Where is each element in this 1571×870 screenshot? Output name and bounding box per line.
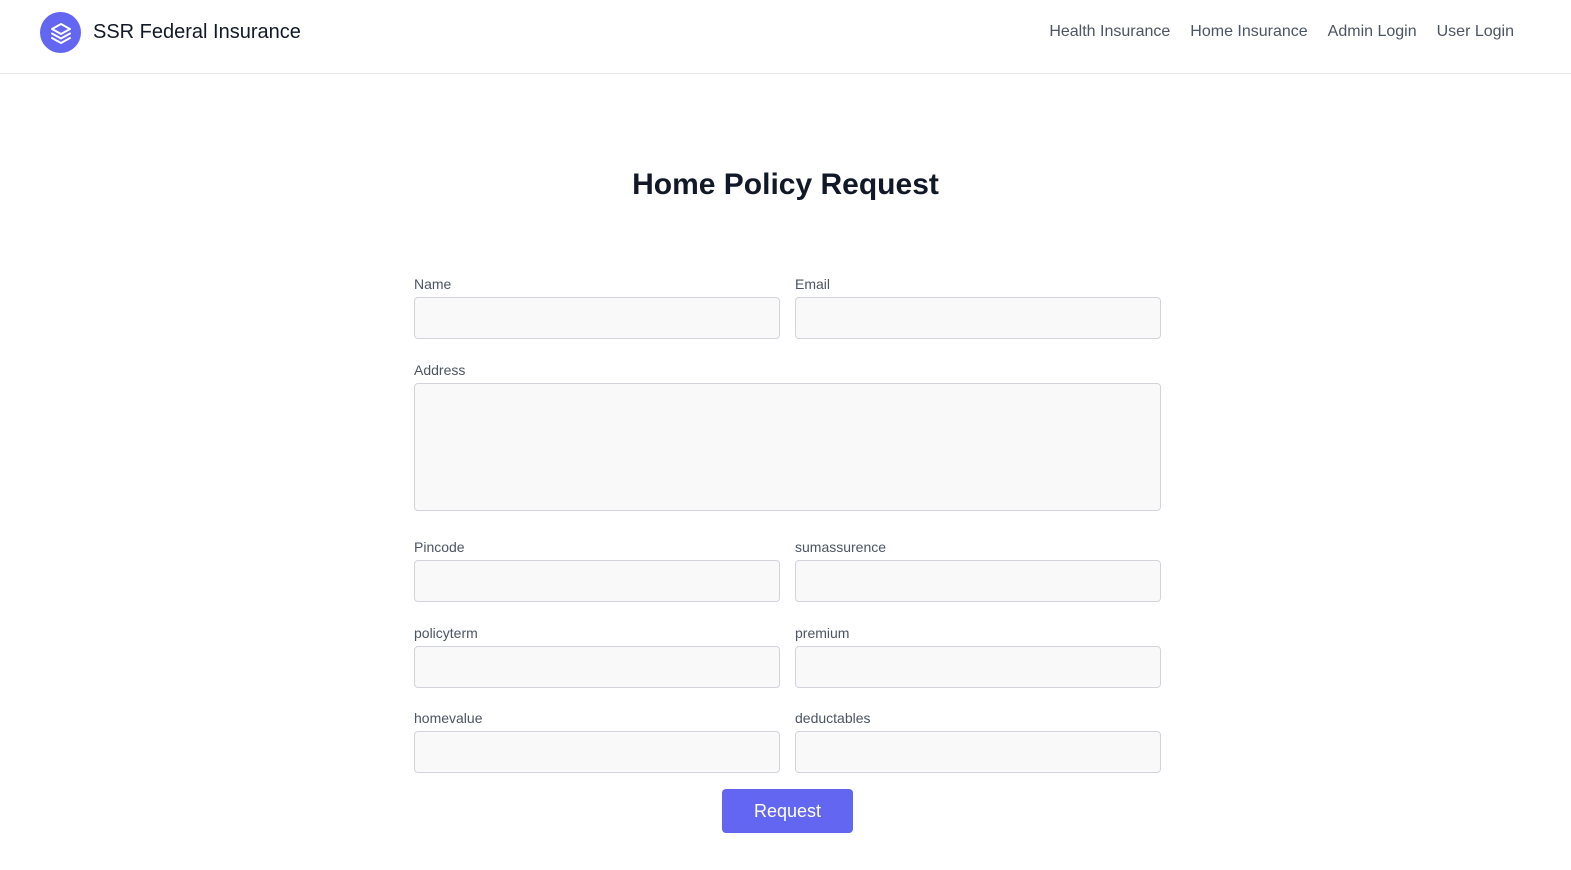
policyterm-input[interactable] — [414, 646, 780, 688]
name-label: Name — [414, 276, 452, 292]
homevalue-label: homevalue — [414, 710, 483, 726]
nav-link-health-insurance[interactable]: Health Insurance — [1049, 22, 1170, 42]
top-navbar: SSR Federal Insurance Health Insurance H… — [0, 0, 1571, 74]
pincode-label: Pincode — [414, 539, 465, 555]
deductables-label: deductables — [795, 710, 871, 726]
address-textarea[interactable] — [414, 383, 1161, 511]
sumassurence-label: sumassurence — [795, 539, 887, 555]
premium-label: premium — [795, 625, 850, 641]
brand-link[interactable]: SSR Federal Insurance — [40, 12, 301, 53]
name-input[interactable] — [414, 297, 780, 339]
premium-input[interactable] — [795, 646, 1161, 688]
deductables-input[interactable] — [795, 731, 1161, 773]
sumassurence-input[interactable] — [795, 560, 1161, 602]
main-nav: Health Insurance Home Insurance Admin Lo… — [1029, 22, 1514, 42]
address-label: Address — [414, 362, 466, 378]
email-label: Email — [795, 276, 831, 292]
page-title: Home Policy Request — [632, 168, 939, 201]
nav-link-user-login[interactable]: User Login — [1437, 22, 1514, 42]
request-button[interactable]: Request — [722, 789, 853, 833]
policyterm-label: policyterm — [414, 625, 478, 641]
pincode-input[interactable] — [414, 560, 780, 602]
brand-name: SSR Federal Insurance — [93, 21, 301, 43]
nav-link-home-insurance[interactable]: Home Insurance — [1190, 22, 1307, 42]
layers-icon — [40, 12, 81, 53]
email-input[interactable] — [795, 297, 1161, 339]
nav-link-admin-login[interactable]: Admin Login — [1328, 22, 1417, 42]
homevalue-input[interactable] — [414, 731, 780, 773]
